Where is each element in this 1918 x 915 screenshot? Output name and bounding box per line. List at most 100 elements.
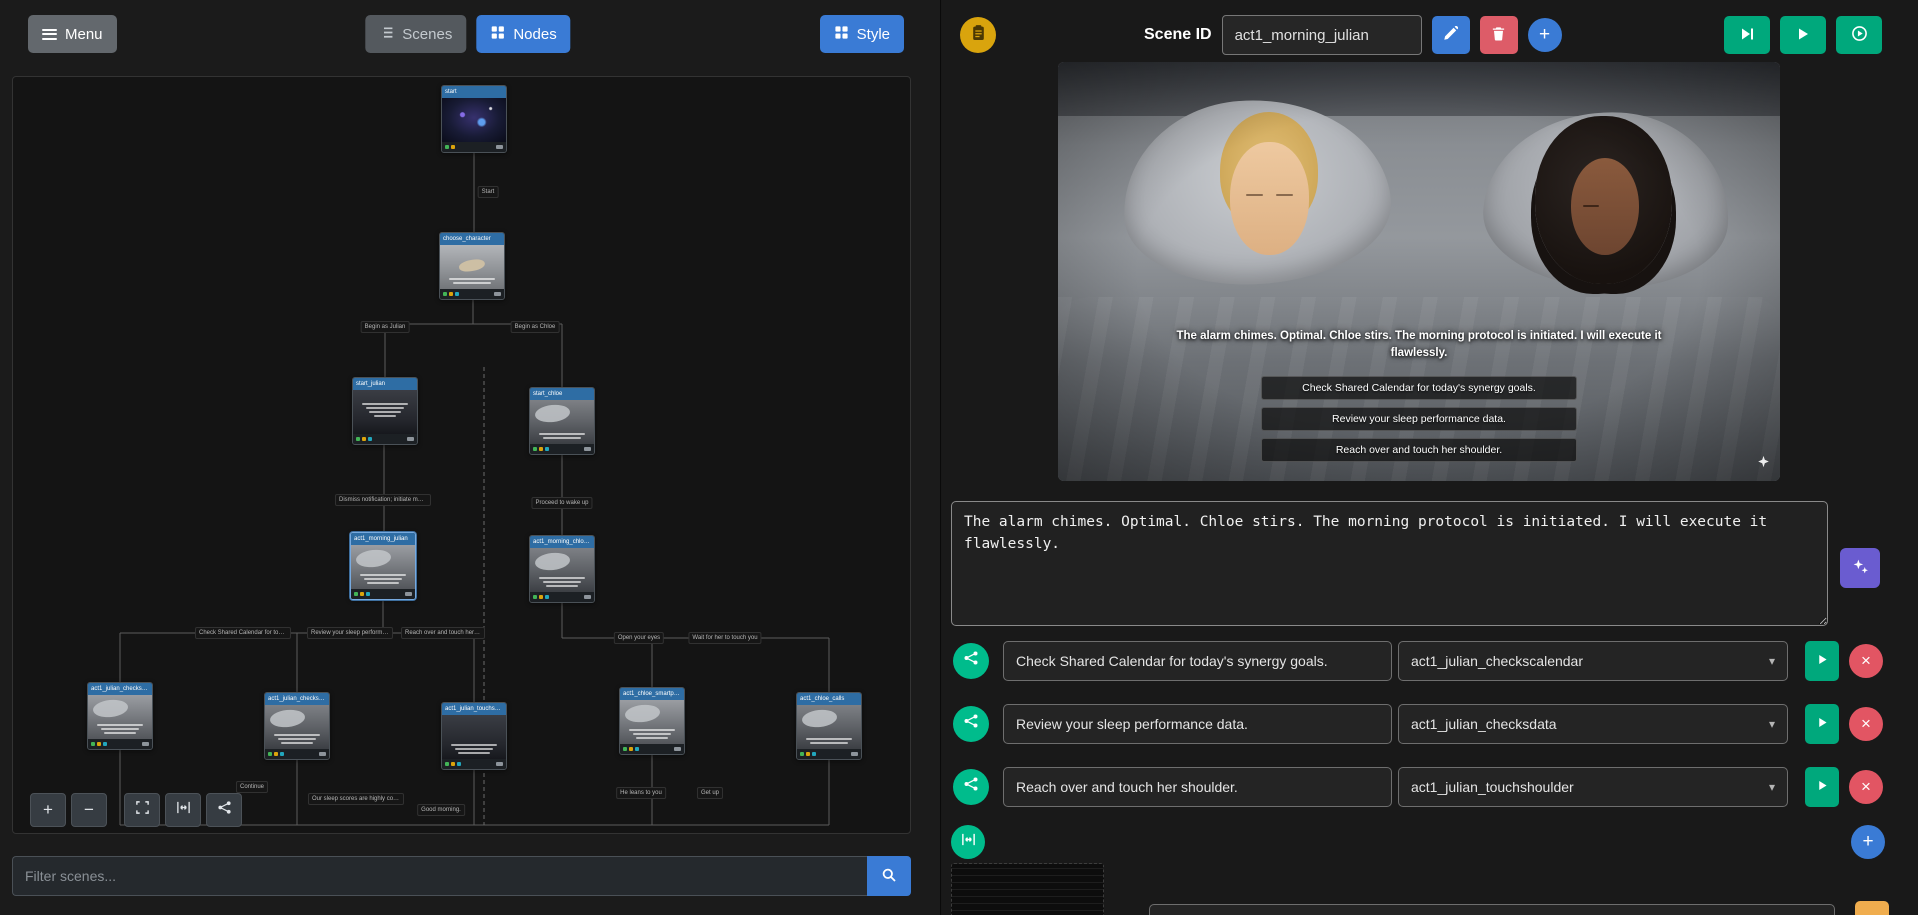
chevron-down-icon: ▾ (1768, 654, 1775, 668)
next-dialogue-input[interactable] (1149, 904, 1835, 915)
choice-play-button[interactable] (1805, 641, 1839, 681)
choice-target-select[interactable]: act1_julian_touchshoulder ▾ (1398, 767, 1788, 807)
branch-button[interactable] (953, 706, 989, 742)
edge-label: Open your eyes (613, 632, 665, 644)
narration-textarea[interactable]: The alarm chimes. Optimal. Chloe stirs. … (951, 501, 1828, 626)
node-thumbnail (530, 548, 594, 592)
preview-choice-button[interactable]: Reach over and touch her shoulder. (1261, 438, 1577, 463)
sparkle-icon (1757, 455, 1770, 473)
play-icon (1816, 653, 1829, 669)
chevron-down-icon: ▾ (1768, 780, 1775, 794)
graph-node[interactable]: act1_chloe_smartphone (619, 687, 685, 755)
graph-node-current[interactable]: act1_morning_julian (350, 532, 416, 600)
preview-overlay: The alarm chimes. Optimal. Chloe stirs. … (1058, 328, 1780, 463)
choice-target-value: act1_julian_checkscalendar (1411, 653, 1583, 669)
view-toggle-group: Scenes Nodes (365, 15, 571, 53)
choice-play-button[interactable] (1805, 704, 1839, 744)
auto-layout-button[interactable] (206, 793, 242, 827)
play-from-start-button[interactable] (1836, 16, 1882, 54)
delete-scene-button[interactable] (1479, 16, 1518, 54)
node-thumbnail (88, 695, 152, 739)
scene-editor-panel: Scene ID + (942, 0, 1918, 915)
node-caption-lines (445, 276, 499, 286)
app-root: Menu Scenes Nodes Style start choose_cha… (0, 0, 1918, 915)
edge-label: Good morning. (417, 804, 465, 816)
node-footer (530, 592, 594, 602)
preview-choice-button[interactable]: Review your sleep performance data. (1261, 407, 1577, 432)
choice-delete-button[interactable]: × (1849, 644, 1883, 678)
choice-text-input[interactable] (1003, 704, 1392, 744)
edge-label: Review your sleep performance data. (307, 627, 393, 639)
choice-row: act1_julian_checksdata ▾ × (942, 704, 1918, 744)
zoom-out-button[interactable]: − (71, 793, 107, 827)
node-caption-lines (270, 732, 324, 746)
scene-id-input[interactable] (1221, 15, 1422, 55)
graph-node[interactable]: act1_julian_checkscalendar (87, 682, 153, 750)
node-title: start_julian (353, 378, 417, 390)
choice-text-input[interactable] (1003, 641, 1392, 681)
node-thumbnail (351, 545, 415, 589)
filter-scenes-input[interactable] (12, 856, 867, 896)
node-thumbnail (620, 700, 684, 744)
play-circle-icon (1851, 25, 1868, 45)
node-footer (88, 739, 152, 749)
choice-delete-button[interactable]: × (1849, 770, 1883, 804)
skip-to-end-button[interactable] (1724, 16, 1770, 54)
edge-label: Wait for her to touch you (688, 632, 762, 644)
style-label: Style (856, 25, 890, 43)
sparkles-icon (1852, 558, 1869, 578)
node-caption-lines (802, 736, 856, 746)
share-nodes-icon (217, 800, 232, 820)
style-button[interactable]: Style (819, 15, 904, 53)
ai-generate-button[interactable] (1840, 548, 1880, 588)
node-thumbnail (265, 705, 329, 749)
notes-button[interactable] (960, 17, 996, 53)
node-footer (530, 444, 594, 454)
fullscreen-button[interactable] (124, 793, 160, 827)
graph-node[interactable]: start_chloe (529, 387, 595, 455)
choice-target-select[interactable]: act1_julian_checkscalendar ▾ (1398, 641, 1788, 681)
distribute-button[interactable] (951, 825, 985, 859)
chevron-down-icon: ▾ (1768, 717, 1775, 731)
graph-node[interactable]: act1_julian_touchshoulder (441, 702, 507, 770)
edit-scene-button[interactable] (1431, 16, 1470, 54)
next-scene-thumbnail[interactable] (951, 863, 1104, 915)
choice-row: act1_julian_touchshoulder ▾ × (942, 767, 1918, 807)
nodes-tab-button[interactable]: Nodes (476, 15, 571, 53)
node-graph-canvas[interactable]: start choose_character start_julian star… (12, 76, 911, 834)
search-button[interactable] (867, 856, 911, 896)
choice-delete-button[interactable]: × (1849, 707, 1883, 741)
branch-button[interactable] (953, 643, 989, 679)
hamburger-icon (42, 26, 57, 42)
partial-action-button[interactable] (1855, 901, 1889, 915)
graph-node[interactable]: act1_chloe_calls (796, 692, 862, 760)
graph-node[interactable]: act1_julian_checksdata (264, 692, 330, 760)
graph-node[interactable]: start (441, 85, 507, 153)
choice-text-input[interactable] (1003, 767, 1392, 807)
graph-node[interactable]: act1_morning_chloe_start (529, 535, 595, 603)
node-caption-lines (625, 727, 679, 741)
menu-button[interactable]: Menu (28, 15, 117, 53)
choice-play-button[interactable] (1805, 767, 1839, 807)
node-title: start (442, 86, 506, 98)
graph-node[interactable]: start_julian (352, 377, 418, 445)
zoom-in-button[interactable]: + (30, 793, 66, 827)
graph-node[interactable]: choose_character (439, 232, 505, 300)
node-title: act1_julian_checksdata (265, 693, 329, 705)
play-scene-button[interactable] (1780, 16, 1826, 54)
node-thumbnail (353, 390, 417, 434)
edge-label: He leans to you (616, 787, 666, 799)
canvas-controls: + − (30, 793, 242, 827)
scenes-tab-button[interactable]: Scenes (365, 15, 467, 53)
branch-button[interactable] (953, 769, 989, 805)
search-icon (881, 867, 897, 886)
preview-choice-button[interactable]: Check Shared Calendar for today's synerg… (1261, 376, 1577, 401)
node-footer (353, 434, 417, 444)
add-choice-button[interactable]: + (1851, 825, 1885, 859)
share-nodes-icon (963, 650, 979, 672)
add-scene-button[interactable]: + (1527, 18, 1562, 52)
fit-width-icon (176, 800, 191, 820)
choice-target-select[interactable]: act1_julian_checksdata ▾ (1398, 704, 1788, 744)
fit-view-button[interactable] (165, 793, 201, 827)
edge-label: Begin as Chloe (510, 321, 560, 333)
